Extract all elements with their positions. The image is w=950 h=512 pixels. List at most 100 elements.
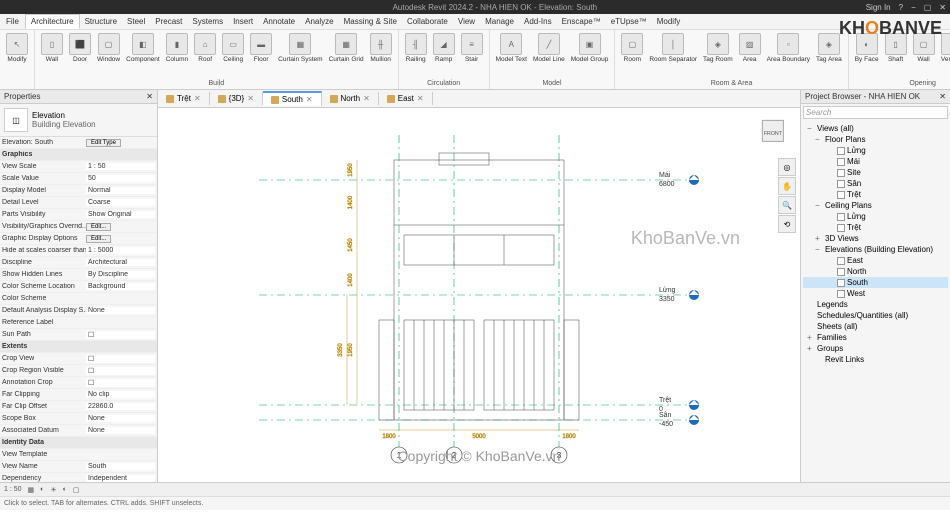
- curtain-grid-button[interactable]: ▦Curtain Grid: [327, 32, 366, 64]
- prop-value[interactable]: None: [86, 307, 155, 314]
- maximize-icon[interactable]: ▢: [924, 3, 932, 12]
- tree-item[interactable]: West: [803, 288, 948, 299]
- model-line-button[interactable]: ╱Model Line: [531, 32, 567, 64]
- nav-wheel-icon[interactable]: ◎: [778, 158, 796, 176]
- prop-value[interactable]: No clip: [86, 391, 155, 398]
- close-icon[interactable]: ✕: [939, 3, 946, 12]
- wall-opening-button[interactable]: ▢Wall: [911, 32, 937, 64]
- prop-value[interactable]: South: [86, 463, 155, 470]
- tree-item[interactable]: Trệt: [803, 222, 948, 233]
- tree-item[interactable]: −Elevations (Building Elevation): [803, 244, 948, 255]
- model-text-button[interactable]: AModel Text: [494, 32, 529, 64]
- tree-item[interactable]: −Floor Plans: [803, 134, 948, 145]
- view-tab-3d[interactable]: {3D}✕: [210, 92, 263, 105]
- curtain-system-button[interactable]: ▦Curtain System: [276, 32, 324, 64]
- visual-style-icon[interactable]: ◐: [40, 486, 44, 493]
- crop-icon[interactable]: ▢: [73, 486, 80, 494]
- type-selector[interactable]: Elevation: South: [2, 139, 86, 146]
- prop-value[interactable]: 1 : 50: [86, 163, 155, 170]
- tree-item[interactable]: +Groups: [803, 343, 948, 354]
- column-button[interactable]: ▮Column: [164, 32, 190, 64]
- tree-item[interactable]: Site: [803, 167, 948, 178]
- tree-item[interactable]: −Views (all): [803, 123, 948, 134]
- wall-button[interactable]: ▯Wall: [39, 32, 65, 64]
- pan-icon[interactable]: ✋: [778, 177, 796, 195]
- mullion-button[interactable]: ╫Mullion: [368, 32, 394, 64]
- tree-item[interactable]: −Ceiling Plans: [803, 200, 948, 211]
- zoom-icon[interactable]: 🔍: [778, 196, 796, 214]
- tree-toggle-icon[interactable]: +: [815, 234, 823, 243]
- tree-item[interactable]: Sân: [803, 178, 948, 189]
- project-search-input[interactable]: Search: [803, 106, 948, 119]
- prop-value[interactable]: Independent: [86, 475, 155, 482]
- tree-item[interactable]: North: [803, 266, 948, 277]
- ribbon-tab-massing-site[interactable]: Massing & Site: [339, 15, 402, 28]
- minimize-icon[interactable]: −: [911, 3, 916, 12]
- view-tab-north[interactable]: North✕: [322, 92, 379, 105]
- prop-value[interactable]: Coarse: [86, 199, 155, 206]
- railing-button[interactable]: ╢Railing: [403, 32, 429, 64]
- vertical-button[interactable]: ▮Vertical: [939, 32, 950, 64]
- by-face-button[interactable]: ◐By Face: [853, 32, 881, 64]
- tree-item[interactable]: Legends: [803, 299, 948, 310]
- tree-toggle-icon[interactable]: −: [815, 201, 823, 210]
- prop-edit-button[interactable]: Edit...: [86, 235, 111, 243]
- ramp-button[interactable]: ◢Ramp: [431, 32, 457, 64]
- ribbon-tab-collaborate[interactable]: Collaborate: [402, 15, 453, 28]
- tree-item[interactable]: Trệt: [803, 189, 948, 200]
- ceiling-button[interactable]: ▭Ceiling: [220, 32, 246, 64]
- prop-value[interactable]: ☐: [86, 379, 155, 387]
- modify-button[interactable]: ↖Modify: [4, 32, 30, 64]
- tree-toggle-icon[interactable]: +: [807, 333, 815, 342]
- ribbon-tab-enscape-[interactable]: Enscape™: [557, 15, 606, 28]
- tree-item[interactable]: Schedules/Quantities (all): [803, 310, 948, 321]
- tree-item[interactable]: East: [803, 255, 948, 266]
- prop-value[interactable]: By Discipline: [86, 271, 155, 278]
- ribbon-tab-modify[interactable]: Modify: [652, 15, 686, 28]
- help-icon[interactable]: ?: [899, 3, 903, 12]
- ribbon-tab-add-ins[interactable]: Add-Ins: [519, 15, 557, 28]
- prop-value[interactable]: ☐: [86, 331, 155, 339]
- ribbon-tab-precast[interactable]: Precast: [150, 15, 187, 28]
- prop-value[interactable]: None: [86, 415, 155, 422]
- prop-value[interactable]: Normal: [86, 187, 155, 194]
- tree-toggle-icon[interactable]: −: [815, 245, 823, 254]
- prop-value[interactable]: ☐: [86, 367, 155, 375]
- tab-close-icon[interactable]: ✕: [247, 94, 254, 103]
- stair-button[interactable]: ≡Stair: [459, 32, 485, 64]
- door-button[interactable]: ⬛Door: [67, 32, 93, 64]
- roof-button[interactable]: ⌂Roof: [192, 32, 218, 64]
- tree-item[interactable]: South: [803, 277, 948, 288]
- room-button[interactable]: ▢Room: [619, 32, 645, 64]
- prop-value[interactable]: 50: [86, 175, 155, 182]
- tree-item[interactable]: +3D Views: [803, 233, 948, 244]
- prop-edit-button[interactable]: Edit...: [86, 223, 111, 231]
- tag-room-button[interactable]: ◈Tag Room: [701, 32, 735, 64]
- prop-value[interactable]: 22860.0: [86, 403, 155, 410]
- tab-close-icon[interactable]: ✕: [306, 95, 313, 104]
- nav-cube[interactable]: FRONT: [754, 112, 796, 154]
- prop-value[interactable]: Architectural: [86, 259, 155, 266]
- ribbon-tab-etupse-[interactable]: eTUpse™: [606, 15, 652, 28]
- prop-value[interactable]: Background: [86, 283, 155, 290]
- tab-close-icon[interactable]: ✕: [194, 94, 201, 103]
- area-button[interactable]: ▨Area: [737, 32, 763, 64]
- tree-item[interactable]: Mái: [803, 156, 948, 167]
- panel-close-icon[interactable]: ✕: [939, 92, 946, 101]
- sun-path-icon[interactable]: ☀: [50, 486, 56, 494]
- prop-value[interactable]: ☐: [86, 355, 155, 363]
- ribbon-tab-systems[interactable]: Systems: [187, 15, 228, 28]
- detail-level-icon[interactable]: ▦: [28, 486, 35, 494]
- shadows-icon[interactable]: ◐: [63, 486, 67, 493]
- floor-button[interactable]: ▬Floor: [248, 32, 274, 64]
- ribbon-tab-manage[interactable]: Manage: [480, 15, 519, 28]
- prop-value[interactable]: 1 : 5000: [86, 247, 155, 254]
- tree-item[interactable]: Lửng: [803, 211, 948, 222]
- tree-item[interactable]: Lửng: [803, 145, 948, 156]
- tree-item[interactable]: +Families: [803, 332, 948, 343]
- edit-type-button[interactable]: Edit Type: [86, 139, 121, 147]
- tab-close-icon[interactable]: ✕: [363, 94, 370, 103]
- prop-value[interactable]: Show Original: [86, 211, 155, 218]
- ribbon-tab-analyze[interactable]: Analyze: [300, 15, 338, 28]
- panel-close-icon[interactable]: ✕: [146, 92, 153, 101]
